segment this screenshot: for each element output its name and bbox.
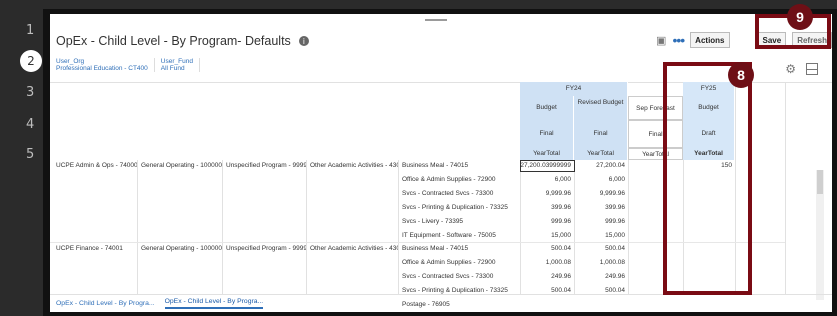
more-icon[interactable]: ••• xyxy=(672,32,685,48)
header-final-1: Final xyxy=(520,120,574,148)
row-fund: General Operating - 100000 xyxy=(141,245,222,252)
row-program: Unspecified Program - 9999 xyxy=(226,245,306,252)
cell-revised[interactable]: 15,000 xyxy=(574,232,628,239)
annotation-box-8 xyxy=(663,62,752,295)
table-row: Svcs - Contracted Svcs - 73300 xyxy=(402,190,494,197)
table-row: Svcs - Contracted Svcs - 73300 xyxy=(402,273,494,280)
view-icon[interactable]: ▣ xyxy=(656,34,666,47)
annotation-badge-8: 8 xyxy=(728,62,754,88)
pov-user-org[interactable]: User_Org Professional Education - CT400 xyxy=(56,58,155,72)
cell-budget[interactable]: 500.04 xyxy=(520,245,574,252)
table-row: Office & Admin Supplies - 72900 xyxy=(402,176,496,183)
cell-budget[interactable]: 6,000 xyxy=(520,176,574,183)
cell-budget[interactable]: 15,000 xyxy=(520,232,574,239)
cell-revised[interactable]: 399.96 xyxy=(574,204,628,211)
header-budget: Budget xyxy=(520,96,574,120)
row-org: UCPE Admin & Ops - 74000 xyxy=(56,162,137,169)
form-tabs: OpEx - Child Level - By Progra... OpEx -… xyxy=(50,294,832,312)
row-activity: Other Academic Activities - 430 xyxy=(310,162,398,169)
table-row: Business Meal - 74015 xyxy=(402,245,469,252)
layout-icon[interactable] xyxy=(806,63,818,75)
cell-revised[interactable]: 27,200.04 xyxy=(574,162,628,169)
table-row: Office & Admin Supplies - 72900 xyxy=(402,259,496,266)
panel-tools: ⚙ xyxy=(785,62,818,76)
info-icon[interactable]: i xyxy=(298,36,309,46)
table-row: Svcs - Livery - 73395 xyxy=(402,218,464,225)
vertical-scrollbar[interactable] xyxy=(816,170,824,300)
cell-revised[interactable]: 249.96 xyxy=(574,273,628,280)
cell-revised[interactable]: 1,000.08 xyxy=(574,259,628,266)
row-fund: General Operating - 100000 xyxy=(141,162,222,169)
gear-icon[interactable]: ⚙ xyxy=(785,62,796,76)
pov-bar: User_Org Professional Education - CT400 … xyxy=(56,58,200,72)
header-final-2: Final xyxy=(574,120,628,148)
cell-budget[interactable]: 1,000.08 xyxy=(520,259,574,266)
tab-form-2[interactable]: OpEx - Child Level - By Progra... xyxy=(164,298,264,309)
cell-revised[interactable]: 999.96 xyxy=(574,218,628,225)
row-program: Unspecified Program - 9999 xyxy=(226,162,306,169)
title-row: OpEx - Child Level - By Program- Default… xyxy=(56,31,309,51)
cell-revised[interactable]: 6,000 xyxy=(574,176,628,183)
page-title: OpEx - Child Level - By Program- Default… xyxy=(56,34,291,48)
row-activity: Other Academic Activities - 430 xyxy=(310,245,398,252)
actions-button[interactable]: Actions xyxy=(690,32,730,48)
cell-budget[interactable]: 399.96 xyxy=(520,204,574,211)
cell-revised[interactable]: 9,999.96 xyxy=(574,190,628,197)
header-revised-budget: Revised Budget xyxy=(574,96,628,120)
header-yeartotal-2: YearTotal xyxy=(574,148,628,160)
cell-budget[interactable]: 9,999.96 xyxy=(520,190,574,197)
scroll-thumb[interactable] xyxy=(817,170,823,194)
table-row: IT Equipment - Software - 75005 xyxy=(402,232,496,239)
drag-handle[interactable] xyxy=(425,19,447,21)
cell-revised[interactable]: 500.04 xyxy=(574,287,628,294)
cell-budget[interactable]: 999.96 xyxy=(520,218,574,225)
row-org: UCPE Finance - 74001 xyxy=(56,245,123,252)
cell-budget[interactable]: 249.96 xyxy=(520,273,574,280)
pov-user-fund[interactable]: User_Fund All Fund xyxy=(161,58,200,72)
table-row: Svcs - Printing & Duplication - 73325 xyxy=(402,287,508,294)
cell-revised[interactable]: 500.04 xyxy=(574,245,628,252)
table-row: Svcs - Printing & Duplication - 73325 xyxy=(402,204,508,211)
annotation-badge-9: 9 xyxy=(787,4,813,30)
header-fy24: FY24 xyxy=(520,82,628,96)
header-yeartotal-1: YearTotal xyxy=(520,148,574,160)
cell-budget[interactable]: 500.04 xyxy=(520,287,574,294)
table-row: Business Meal - 74015 xyxy=(402,162,469,169)
cell-budget[interactable]: 27,200.03999999 xyxy=(520,162,574,169)
tab-form-1[interactable]: OpEx - Child Level - By Progra... xyxy=(56,300,155,307)
